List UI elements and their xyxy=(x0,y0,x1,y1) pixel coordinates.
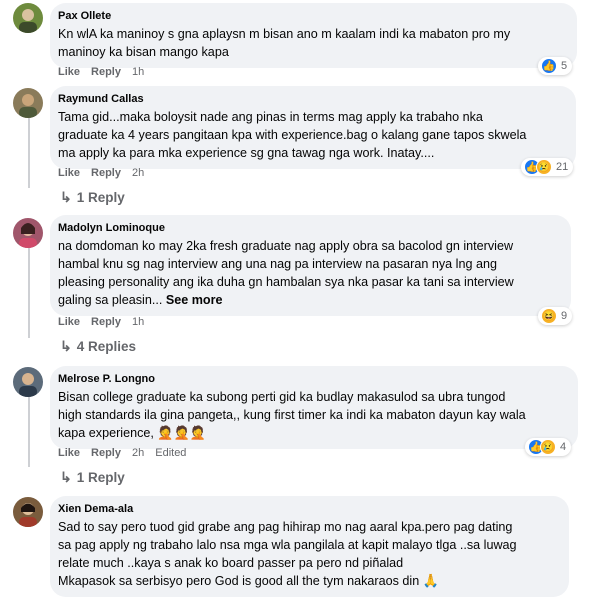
praying-hands-emoji: 🙏 xyxy=(422,573,439,588)
like-reaction-icon: 👍 xyxy=(541,58,557,74)
comment-actions: Like Reply 1h xyxy=(58,316,144,328)
comment-text: na domdoman ko may 2ka fresh graduate na… xyxy=(58,239,514,307)
comment-text: Tama gid...maka boloysit nade ang pinas … xyxy=(58,110,527,160)
avatar[interactable] xyxy=(13,367,43,397)
sad-reaction-icon: 😢 xyxy=(540,439,556,455)
comment-timestamp[interactable]: 2h xyxy=(132,447,144,459)
thread-line xyxy=(28,118,30,188)
reply-button[interactable]: Reply xyxy=(91,447,121,459)
reply-button[interactable]: Reply xyxy=(91,66,121,78)
like-button[interactable]: Like xyxy=(58,316,80,328)
sad-reaction-icon: 😢 xyxy=(536,159,552,175)
reaction-summary[interactable]: 👍 😢 21 xyxy=(521,158,574,176)
comment-author[interactable]: Madolyn Lominoque xyxy=(58,221,559,235)
comment-bubble: Raymund Callas Tama gid...maka boloysit … xyxy=(50,86,576,169)
comment-timestamp[interactable]: 2h xyxy=(132,167,144,179)
comment-timestamp[interactable]: 1h xyxy=(132,66,144,78)
reply-button[interactable]: Reply xyxy=(91,316,121,328)
reply-arrow-icon: ↳ xyxy=(60,189,72,205)
laugh-reaction-icon: 😆 xyxy=(541,308,557,324)
reaction-summary[interactable]: 👍 5 xyxy=(538,57,573,75)
view-replies-button[interactable]: ↳ 1 Reply xyxy=(60,189,125,206)
reply-arrow-icon: ↳ xyxy=(60,338,72,354)
avatar[interactable] xyxy=(13,3,43,33)
comment-text: Sad to say pero tuod gid grabe ang pag h… xyxy=(58,520,517,588)
comment-author[interactable]: Pax Ollete xyxy=(58,9,565,23)
like-button[interactable]: Like xyxy=(58,167,80,179)
comment-actions: Like Reply 1h xyxy=(58,66,144,78)
edited-label: Edited xyxy=(155,447,187,459)
see-more-link[interactable]: See more xyxy=(166,293,223,307)
reaction-summary[interactable]: 😆 9 xyxy=(538,307,573,325)
view-replies-button[interactable]: ↳ 1 Reply xyxy=(60,469,125,486)
facepalm-emoji: 🤦🤦🤦 xyxy=(157,425,206,440)
like-button[interactable]: Like xyxy=(58,447,80,459)
comment-actions: Like Reply 2h Edited xyxy=(58,447,186,459)
comment-text: Bisan college graduate ka subong perti g… xyxy=(58,390,526,440)
comment-text: Kn wlA ka maninoy s gna aplaysn m bisan … xyxy=(58,27,511,59)
thread-line xyxy=(28,397,30,467)
comment-author[interactable]: Xien Dema-ala xyxy=(58,502,557,516)
like-button[interactable]: Like xyxy=(58,66,80,78)
comment-bubble: Pax Ollete Kn wlA ka maninoy s gna aplay… xyxy=(50,3,577,68)
reply-arrow-icon: ↳ xyxy=(60,469,72,485)
comment-actions: Like Reply 2h xyxy=(58,167,144,179)
reply-button[interactable]: Reply xyxy=(91,167,121,179)
view-replies-button[interactable]: ↳ 4 Replies xyxy=(60,338,136,355)
comment-bubble: Melrose P. Longno Bisan college graduate… xyxy=(50,366,578,449)
thread-line xyxy=(28,248,30,338)
comment-bubble: Xien Dema-ala Sad to say pero tuod gid g… xyxy=(50,496,569,597)
avatar[interactable] xyxy=(13,497,43,527)
reaction-summary[interactable]: 👍 😢 4 xyxy=(525,438,572,456)
avatar[interactable] xyxy=(13,88,43,118)
avatar[interactable] xyxy=(13,218,43,248)
comment-timestamp[interactable]: 1h xyxy=(132,316,144,328)
comment-author[interactable]: Melrose P. Longno xyxy=(58,372,566,386)
comment-bubble: Madolyn Lominoque na domdoman ko may 2ka… xyxy=(50,215,571,316)
comment-author[interactable]: Raymund Callas xyxy=(58,92,564,106)
